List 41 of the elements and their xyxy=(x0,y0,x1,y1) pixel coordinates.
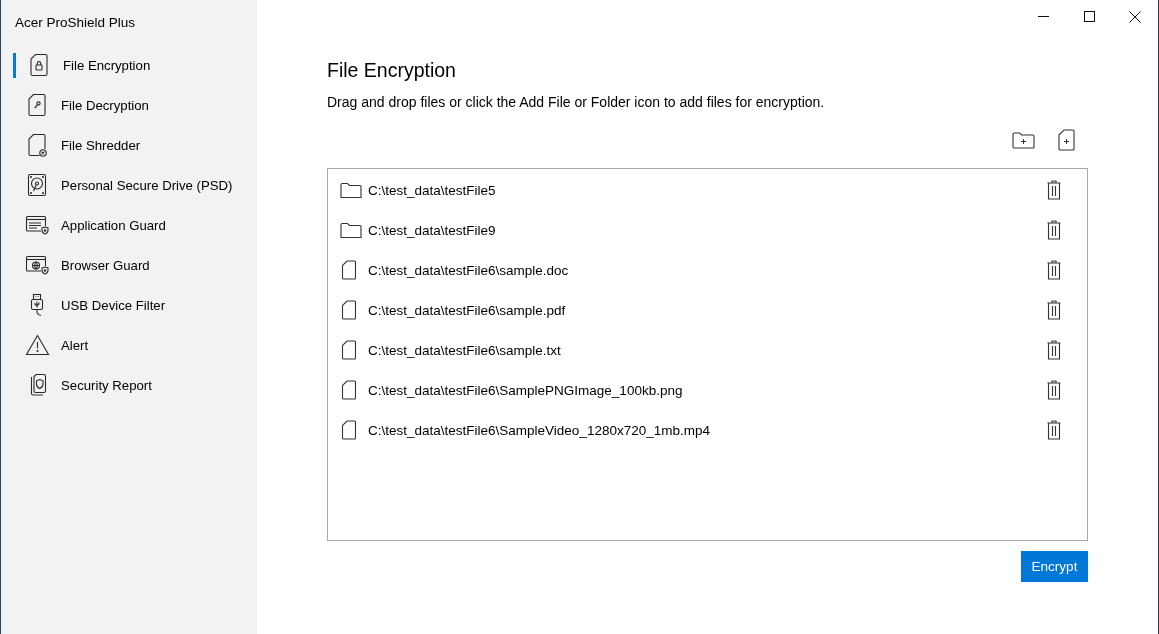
folder-plus-icon[interactable] xyxy=(1012,131,1035,149)
delete-icon[interactable] xyxy=(1047,340,1061,360)
file-path: C:\test_data\testFile6\sample.pdf xyxy=(368,302,567,318)
maximize-icon[interactable] xyxy=(1083,11,1095,22)
app-title: Acer ProShield Plus xyxy=(14,14,137,32)
folder-icon xyxy=(340,181,362,199)
file-plus-icon[interactable] xyxy=(1058,129,1075,151)
file-path: C:\test_data\testFile5 xyxy=(368,182,497,198)
minimize-icon[interactable] xyxy=(1037,16,1049,17)
file-path: C:\test_data\testFile9 xyxy=(368,222,497,238)
sidebar-item[interactable]: Alert xyxy=(13,325,249,365)
sidebar-item[interactable]: Security Report xyxy=(13,365,249,405)
lock-file-icon xyxy=(29,53,49,77)
hard-drive-icon xyxy=(27,173,47,197)
warning-icon xyxy=(25,334,50,356)
file-path: C:\test_data\testFile6\sample.txt xyxy=(368,342,562,358)
app-window-shield-icon xyxy=(25,215,50,235)
sidebar-item[interactable]: Personal Secure Drive (PSD) xyxy=(13,165,249,205)
delete-icon[interactable] xyxy=(1047,420,1061,440)
file-path: C:\test_data\testFile6\SamplePNGImage_100kb.png xyxy=(368,382,684,398)
folder-icon xyxy=(340,221,362,239)
browser-globe-icon xyxy=(25,255,50,275)
delete-icon[interactable] xyxy=(1047,260,1061,280)
close-icon[interactable] xyxy=(1129,10,1141,23)
sidebar-item[interactable]: Browser Guard xyxy=(13,245,249,285)
file-path: C:\test_data\testFile6\SampleVideo_1280x720_1mb.mp4 xyxy=(368,422,711,438)
page-title: File Encryption xyxy=(327,58,457,83)
sidebar-item[interactable]: File Shredder xyxy=(13,125,249,165)
delete-icon[interactable] xyxy=(1047,220,1061,240)
sidebar-item[interactable]: File Decryption xyxy=(13,85,249,125)
file-x-icon xyxy=(27,133,47,157)
instructions-text: Drag and drop files or click the Add File or Folder icon to add files for encryption. xyxy=(327,93,826,111)
delete-icon[interactable] xyxy=(1047,300,1061,320)
key-file-icon xyxy=(27,93,47,117)
encrypt-button[interactable]: Encrypt xyxy=(1021,551,1088,582)
file-path: C:\test_data\testFile6\sample.doc xyxy=(368,262,570,278)
sidebar-item[interactable]: USB Device Filter xyxy=(13,285,249,325)
delete-icon[interactable] xyxy=(1047,380,1061,400)
sidebar-item[interactable]: File Encryption xyxy=(13,45,249,85)
sidebar-item[interactable]: Application Guard xyxy=(13,205,249,245)
delete-icon[interactable] xyxy=(1047,180,1061,200)
